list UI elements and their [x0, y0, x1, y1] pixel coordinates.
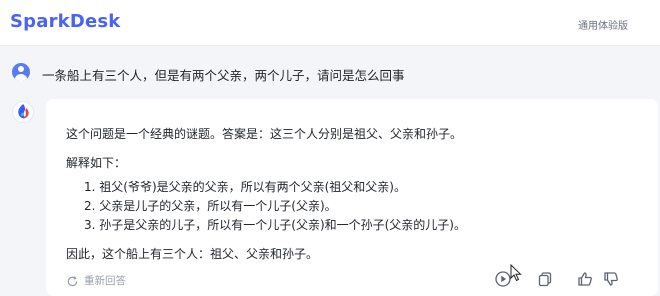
thumbs-down-icon[interactable] [602, 270, 620, 288]
mouse-cursor-icon [510, 263, 524, 282]
regenerate-label: 重新回答 [84, 275, 126, 287]
answer-conclusion: 因此，这个船上有三个人：祖父、父亲和孙子。 [66, 247, 319, 261]
answer-intro: 这个问题是一个经典的谜题。答案是：这三个人分别是祖父、父亲和孙子。 [66, 127, 463, 141]
list-item: 3. 孙子是父亲的儿子，所以有一个儿子(父亲)和一个孙子(父亲的儿子)。 [84, 218, 466, 232]
list-item: 1. 祖父(爷爷)是父亲的父亲，所以有两个父亲(祖父和父亲)。 [84, 180, 406, 194]
version-link[interactable]: 通用体验版 [578, 17, 628, 32]
sparkdesk-logo-icon [12, 101, 34, 123]
user-avatar-icon [12, 63, 30, 81]
explain-heading: 解释如下： [66, 156, 127, 170]
user-question-text: 一条船上有三个人，但是有两个父亲，两个儿子，请问是怎么回事 [42, 68, 405, 83]
top-header: SparkDesk 通用体验版 [0, 0, 660, 46]
thumbs-up-icon[interactable] [576, 270, 594, 288]
user-message: 一条船上有三个人，但是有两个父亲，两个儿子，请问是怎么回事 [0, 58, 660, 88]
app-logo[interactable]: SparkDesk [10, 11, 120, 32]
copy-icon[interactable] [536, 270, 554, 288]
refresh-icon [66, 273, 79, 292]
list-item: 2. 父亲是儿子的父亲，所以有一个儿子(父亲)。 [84, 199, 337, 213]
